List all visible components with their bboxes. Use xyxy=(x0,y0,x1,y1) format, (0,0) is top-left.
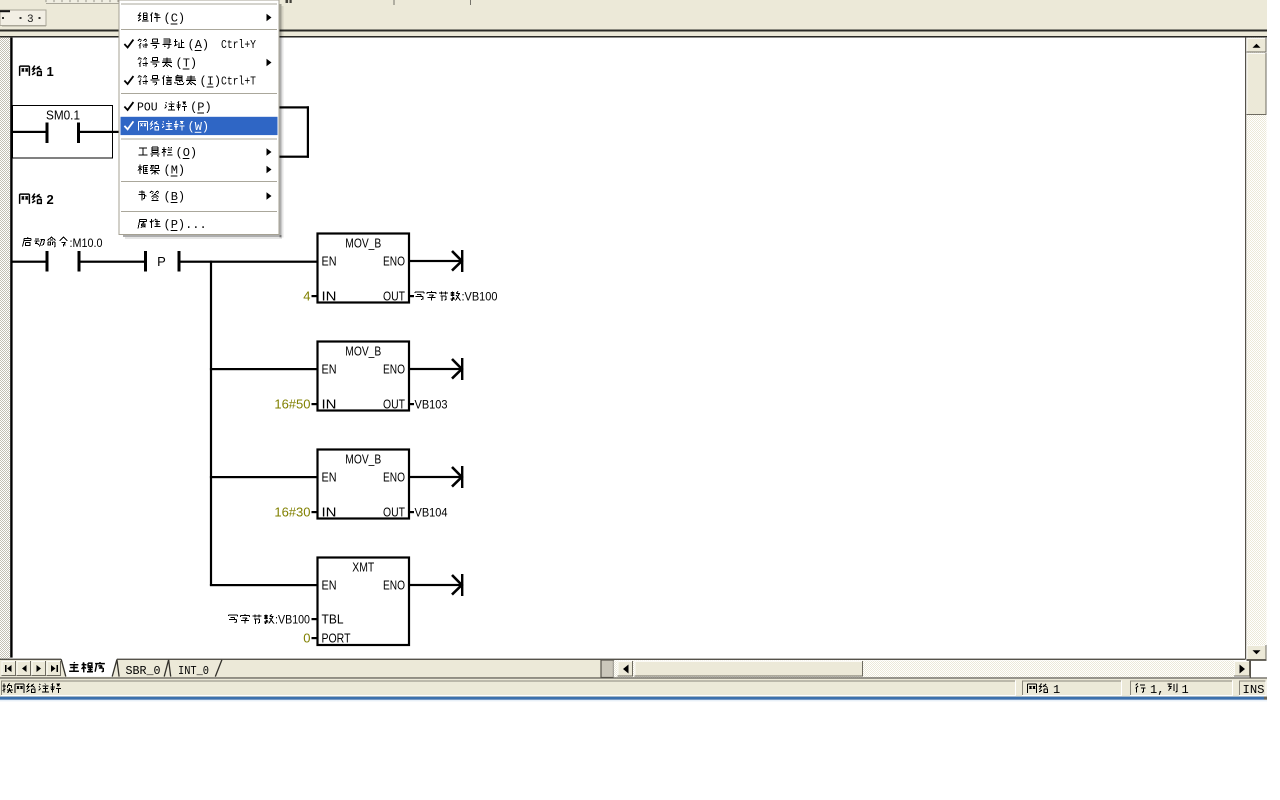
svg-text:2: 2 xyxy=(47,192,54,207)
svg-text:P: P xyxy=(157,254,166,269)
svg-text::VB100: :VB100 xyxy=(275,613,310,627)
svg-text:(P): (P) xyxy=(190,101,212,115)
svg-text:Ctrl+T: Ctrl+T xyxy=(221,75,256,89)
svg-text:SBR_0: SBR_0 xyxy=(126,664,161,678)
svg-text:IN: IN xyxy=(322,289,337,304)
svg-text:TBL: TBL xyxy=(322,612,344,627)
svg-text:EN: EN xyxy=(322,578,337,593)
svg-text:PORT: PORT xyxy=(322,631,351,646)
svg-text:POU: POU xyxy=(137,101,158,115)
svg-text:ENO: ENO xyxy=(383,254,405,269)
svg-text:ENO: ENO xyxy=(383,578,405,593)
svg-text:1: 1 xyxy=(1182,683,1189,697)
svg-text::M10.0: :M10.0 xyxy=(70,236,103,250)
svg-text::VB100: :VB100 xyxy=(462,290,498,304)
svg-text:OUT: OUT xyxy=(383,505,405,520)
svg-text:(W): (W) xyxy=(188,120,210,134)
svg-text:EN: EN xyxy=(322,362,337,377)
svg-text:(M): (M) xyxy=(164,164,186,178)
svg-text:MOV_B: MOV_B xyxy=(345,452,381,467)
svg-text:(T): (T) xyxy=(176,57,198,71)
svg-text:3: 3 xyxy=(27,14,34,26)
svg-text:Ctrl+Y: Ctrl+Y xyxy=(221,38,256,52)
svg-text:SM0.1: SM0.1 xyxy=(46,108,80,123)
svg-text:1: 1 xyxy=(47,64,54,79)
svg-text:XMT: XMT xyxy=(352,560,374,575)
svg-text:16#50: 16#50 xyxy=(274,397,310,412)
svg-text:(O): (O) xyxy=(176,146,198,160)
svg-text:(I): (I) xyxy=(200,75,222,89)
svg-text:IN: IN xyxy=(322,397,337,412)
svg-text:4: 4 xyxy=(303,289,310,304)
svg-text:VB103: VB103 xyxy=(415,398,448,412)
svg-text:IN: IN xyxy=(322,505,337,520)
svg-text:MOV_B: MOV_B xyxy=(345,236,381,251)
svg-text:(B): (B) xyxy=(164,190,186,204)
svg-text:MOV_B: MOV_B xyxy=(345,344,381,359)
svg-text:(C): (C) xyxy=(164,12,186,26)
svg-text:VB104: VB104 xyxy=(415,506,448,520)
svg-text:INT_0: INT_0 xyxy=(178,664,209,678)
svg-text:1: 1 xyxy=(1053,683,1060,697)
svg-text:EN: EN xyxy=(322,470,337,485)
svg-text:16#30: 16#30 xyxy=(274,505,310,520)
svg-text:1,: 1, xyxy=(1150,683,1164,697)
svg-text:INS: INS xyxy=(1243,683,1265,697)
svg-text:0: 0 xyxy=(303,631,310,646)
svg-text:ENO: ENO xyxy=(383,470,405,485)
svg-text:OUT: OUT xyxy=(383,397,405,412)
svg-text:EN: EN xyxy=(322,254,337,269)
svg-text:(P)...: (P)... xyxy=(164,218,207,232)
svg-text:ENO: ENO xyxy=(383,362,405,377)
svg-text:(A): (A) xyxy=(188,38,210,52)
svg-text:OUT: OUT xyxy=(383,289,405,304)
